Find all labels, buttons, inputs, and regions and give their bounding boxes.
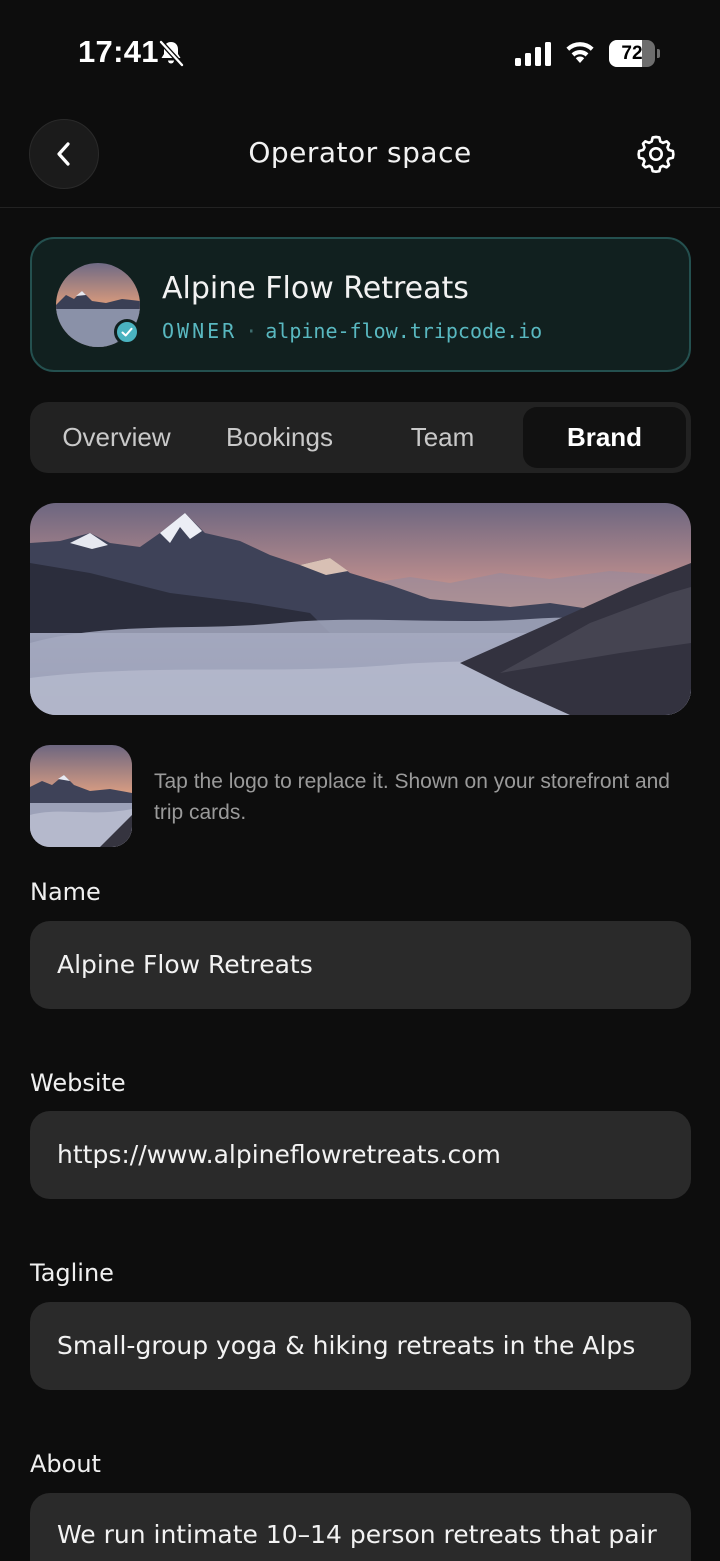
settings-button[interactable]	[634, 132, 678, 176]
org-name: Alpine Flow Retreats	[162, 271, 469, 306]
nav-header: Operator space	[0, 118, 720, 208]
tab-overview[interactable]: Overview	[35, 407, 198, 468]
verified-badge	[114, 319, 140, 345]
battery-level-text: 72	[621, 43, 643, 64]
cover-image[interactable]	[30, 503, 691, 715]
org-separator: ·	[245, 319, 258, 343]
tab-brand[interactable]: Brand	[523, 407, 686, 468]
tagline-input[interactable]	[30, 1302, 691, 1390]
org-meta: OWNER · alpine-flow.tripcode.io	[162, 319, 542, 343]
logo-hint-text: Tap the logo to replace it. Shown on you…	[154, 770, 670, 824]
bell-slash-icon	[159, 40, 184, 67]
status-time: 17:41	[78, 34, 159, 69]
tab-bar: Overview Bookings Team Brand	[30, 402, 691, 473]
page-title: Operator space	[248, 136, 472, 169]
battery-icon: 72	[609, 40, 660, 67]
org-card[interactable]: Alpine Flow Retreats OWNER · alpine-flow.t…	[30, 237, 691, 372]
name-label: Name	[30, 878, 101, 906]
name-input[interactable]	[30, 921, 691, 1009]
org-role: OWNER	[162, 319, 238, 343]
wifi-icon	[566, 42, 594, 63]
gear-icon	[637, 135, 675, 174]
org-domain[interactable]: alpine-flow.tripcode.io	[265, 319, 542, 343]
logo-thumbnail[interactable]	[30, 745, 132, 847]
status-bar: 17:41 72	[0, 0, 720, 100]
check-icon	[121, 327, 133, 337]
tagline-label: Tagline	[30, 1259, 114, 1287]
cellular-signal-icon	[515, 42, 551, 66]
about-textarea[interactable]: We run intimate 10–14 person retreats th…	[30, 1493, 691, 1561]
website-label: Website	[30, 1069, 126, 1097]
tab-bookings[interactable]: Bookings	[198, 407, 361, 468]
website-input[interactable]	[30, 1111, 691, 1199]
tab-team[interactable]: Team	[361, 407, 524, 468]
about-label: About	[30, 1450, 101, 1478]
